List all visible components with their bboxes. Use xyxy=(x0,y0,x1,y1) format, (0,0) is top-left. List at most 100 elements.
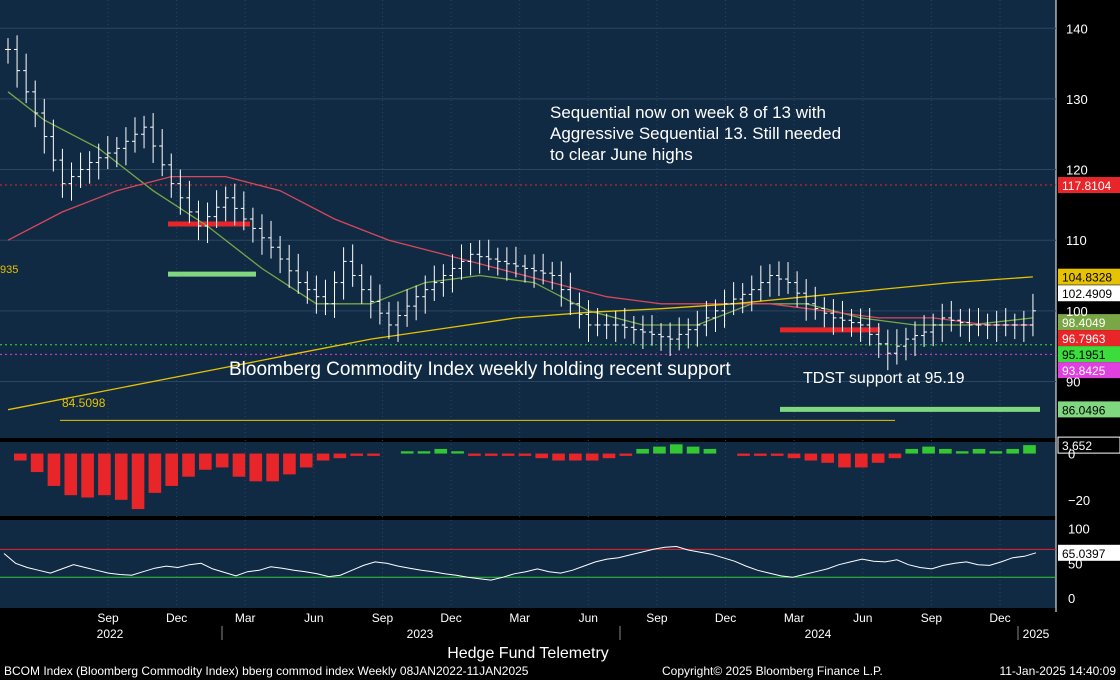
histogram-bar xyxy=(669,444,683,454)
histogram-bar xyxy=(114,453,128,500)
histogram-bar xyxy=(367,453,380,456)
histogram-bar xyxy=(619,453,633,456)
histogram-bar xyxy=(232,453,246,477)
histogram-bar xyxy=(148,453,162,493)
histogram-bar xyxy=(989,451,1003,454)
histogram-bar xyxy=(283,453,296,475)
histogram-bar xyxy=(518,453,532,456)
histogram-bar xyxy=(922,446,935,454)
histogram-bar xyxy=(215,453,229,468)
comment-line-3: to clear June highs xyxy=(550,145,693,164)
histogram-bar xyxy=(871,453,885,463)
histogram-bar xyxy=(905,448,919,454)
month-label: Mar xyxy=(235,611,256,625)
footer-left: BCOM Index (Bloomberg Commodity Index) b… xyxy=(4,664,529,678)
histogram-bar xyxy=(535,453,549,459)
histogram-bar xyxy=(266,453,279,482)
level-badge-label: 86.0496 xyxy=(1062,403,1106,417)
histogram-tick-label: −20 xyxy=(1068,493,1090,508)
histogram-bar xyxy=(501,453,515,456)
footer-middle: Copyright© 2025 Bloomberg Finance L.P. xyxy=(662,664,883,678)
left-level-label-2: 935 xyxy=(0,264,18,276)
price-tick-label: 130 xyxy=(1066,92,1088,107)
month-label: Mar xyxy=(784,611,805,625)
month-label: Dec xyxy=(989,611,1010,625)
oscillator-tick-label: 100 xyxy=(1068,521,1090,536)
level-badge-label: 117.8104 xyxy=(1062,179,1111,193)
year-label: 2023 xyxy=(407,627,434,641)
histogram-bar xyxy=(468,453,481,456)
histogram-bar xyxy=(199,453,212,470)
histogram-bar xyxy=(484,453,498,456)
histogram-bar xyxy=(1023,445,1036,454)
histogram-bar xyxy=(569,453,582,461)
histogram-bar xyxy=(552,453,565,461)
support-label: TDST support at 95.19 xyxy=(803,370,965,387)
histogram-bar xyxy=(821,453,834,463)
oscillator-tick-label: 0 xyxy=(1068,591,1075,606)
histogram-bar xyxy=(249,453,263,482)
histogram-bar xyxy=(939,448,952,454)
histogram-bar xyxy=(804,453,818,461)
month-label: Jun xyxy=(579,611,598,625)
histogram-bar xyxy=(350,453,364,456)
oscillator-panel xyxy=(0,520,1056,608)
histogram-bar xyxy=(955,451,969,454)
month-label: Dec xyxy=(440,611,461,625)
comment-line-1: Sequential now on week 8 of 13 with xyxy=(550,103,826,122)
histogram-bar xyxy=(30,453,44,473)
histogram-bar xyxy=(888,453,902,459)
histogram-bar xyxy=(854,453,868,468)
price-tick-label: 100 xyxy=(1066,304,1088,319)
month-label: Sep xyxy=(646,611,668,625)
histogram-bar xyxy=(299,453,313,468)
price-tick-label: 140 xyxy=(1066,21,1088,36)
month-label: Sep xyxy=(372,611,394,625)
year-label: 2022 xyxy=(97,627,124,641)
histogram-bar xyxy=(333,453,347,459)
histogram-bar xyxy=(165,453,178,486)
comment-line-2: Aggressive Sequential 13. Still needed xyxy=(550,124,841,143)
oscillator-tick-label: 50 xyxy=(1068,556,1082,571)
histogram-bar xyxy=(316,453,330,461)
level-badge-label: 95.1951 xyxy=(1062,348,1106,362)
histogram-bar xyxy=(838,453,851,468)
histogram-bar xyxy=(400,451,414,454)
level-badge-label: 104.8328 xyxy=(1062,271,1112,285)
histogram-bar xyxy=(737,453,750,456)
month-label: Sep xyxy=(921,611,943,625)
histogram-bar xyxy=(972,448,986,454)
chart-title: Bloomberg Commodity Index weekly holding… xyxy=(229,359,731,380)
left-level-label-1: 84.5098 xyxy=(62,396,106,410)
month-label: Jun xyxy=(853,611,872,625)
histogram-bar xyxy=(602,453,616,459)
histogram-bar xyxy=(434,448,448,454)
price-tick-label: 110 xyxy=(1066,233,1087,248)
histogram-bar xyxy=(703,448,717,454)
level-badge-label: 102.4909 xyxy=(1062,287,1112,301)
bcom-weekly-chart: 117.8104104.8328102.490998.404996.796395… xyxy=(0,0,1120,678)
footer-right: 11-Jan-2025 14:40:09 xyxy=(999,664,1116,678)
histogram-bar xyxy=(131,453,145,510)
histogram-bar xyxy=(770,453,784,456)
histogram-badge-label: 3.652 xyxy=(1062,439,1092,453)
price-tick-label: 120 xyxy=(1066,163,1088,178)
histogram-bar xyxy=(653,446,666,454)
histogram-bar xyxy=(686,446,700,454)
histogram-bar xyxy=(47,453,61,486)
histogram-bar xyxy=(1006,448,1019,454)
histogram-bar xyxy=(64,453,78,496)
histogram-bar xyxy=(787,453,801,459)
year-label: 2024 xyxy=(805,627,832,641)
month-label: Jun xyxy=(304,611,323,625)
month-label: Sep xyxy=(97,611,119,625)
histogram-bar xyxy=(417,451,431,454)
price-tick-label: 90 xyxy=(1066,374,1080,389)
histogram-tick-label: 0 xyxy=(1068,447,1075,462)
histogram-bar xyxy=(585,453,599,461)
panels xyxy=(0,0,1057,612)
histogram-bar xyxy=(98,453,111,496)
footer-center-title: Hedge Fund Telemetry xyxy=(447,645,609,662)
month-label: Dec xyxy=(166,611,187,625)
histogram-bar xyxy=(636,448,649,454)
